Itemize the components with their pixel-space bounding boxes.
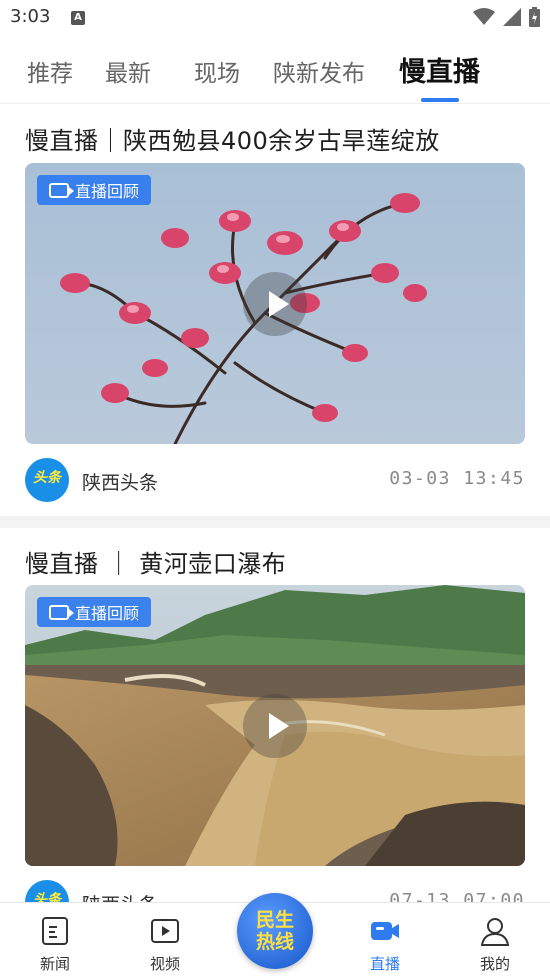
play-icon[interactable] [243,693,307,758]
bottom-navigation: 新闻 视频 民生 热线 直播 我的 [0,893,550,979]
status-icons [473,7,540,27]
video-icon [151,919,179,943]
nav-profile[interactable]: 我的 [455,903,535,979]
source-name[interactable]: 陕西头条 [82,468,158,495]
category-tabs: 推荐 最新 现场 陕新发布 慢直播 [0,40,550,104]
tab-shaanxi-release[interactable]: 陕新发布 [273,54,365,88]
status-time: 3:03 [10,6,51,27]
nav-label: 直播 [369,955,400,973]
nav-label: 视频 [149,955,180,973]
feed-card[interactable]: 慢直播 ｜ 黄河壶口瀑布 直播回顾 头条 07-13 07:00 [0,528,550,902]
tab-indicator [421,98,459,102]
replay-badge: 直播回顾 [37,175,152,205]
center-button-line2: 热线 [255,931,294,953]
profile-icon [480,918,510,946]
tab-slow-live[interactable]: 慢直播 [399,50,480,89]
publish-time: 03-03 13:45 [389,468,525,489]
tab-recommend[interactable]: 推荐 [27,54,73,88]
card-title[interactable]: 慢直播｜陕西勉县400余岁古旱莲绽放 [25,121,440,156]
replay-badge: 直播回顾 [37,597,152,627]
center-button-line1: 民生 [255,909,294,931]
video-thumbnail[interactable]: 直播回顾 [25,585,525,866]
video-camera-icon [49,604,74,620]
status-bar: 3:03 A [0,0,550,38]
wifi-icon [473,8,495,25]
video-thumbnail[interactable]: 直播回顾 [25,163,525,444]
nav-video[interactable]: 视频 [125,903,205,979]
card-meta: 头条 陕西头条 03-03 13:45 [25,458,525,502]
badge-label: 直播回顾 [75,604,140,623]
notification-a-icon: A [71,11,85,25]
publish-time: 07-13 07:00 [389,890,525,902]
play-icon[interactable] [243,271,307,336]
card-title[interactable]: 慢直播 ｜ 黄河壶口瀑布 [25,544,286,579]
source-logo: 头条 [25,458,69,502]
video-camera-icon [49,182,74,198]
card-divider [0,516,550,528]
source-logo: 头条 [25,880,69,902]
nav-news[interactable]: 新闻 [15,903,95,979]
live-camera-icon [371,922,399,940]
nav-label: 新闻 [39,955,70,973]
battery-icon [529,7,540,27]
livelihood-hotline-button[interactable]: 民生 热线 [237,893,313,969]
source-name[interactable]: 陕西头条 [82,890,158,902]
signal-icon [503,8,521,26]
tab-latest[interactable]: 最新 [105,54,151,88]
nav-label: 我的 [479,955,510,973]
badge-label: 直播回顾 [75,182,140,201]
news-icon [42,917,68,945]
tab-scene[interactable]: 现场 [194,54,240,88]
feed-card[interactable]: 慢直播｜陕西勉县400余岁古旱莲绽放 直播回顾 头条 陕西头条 03-03 13… [0,105,550,516]
nav-live[interactable]: 直播 [345,903,425,979]
